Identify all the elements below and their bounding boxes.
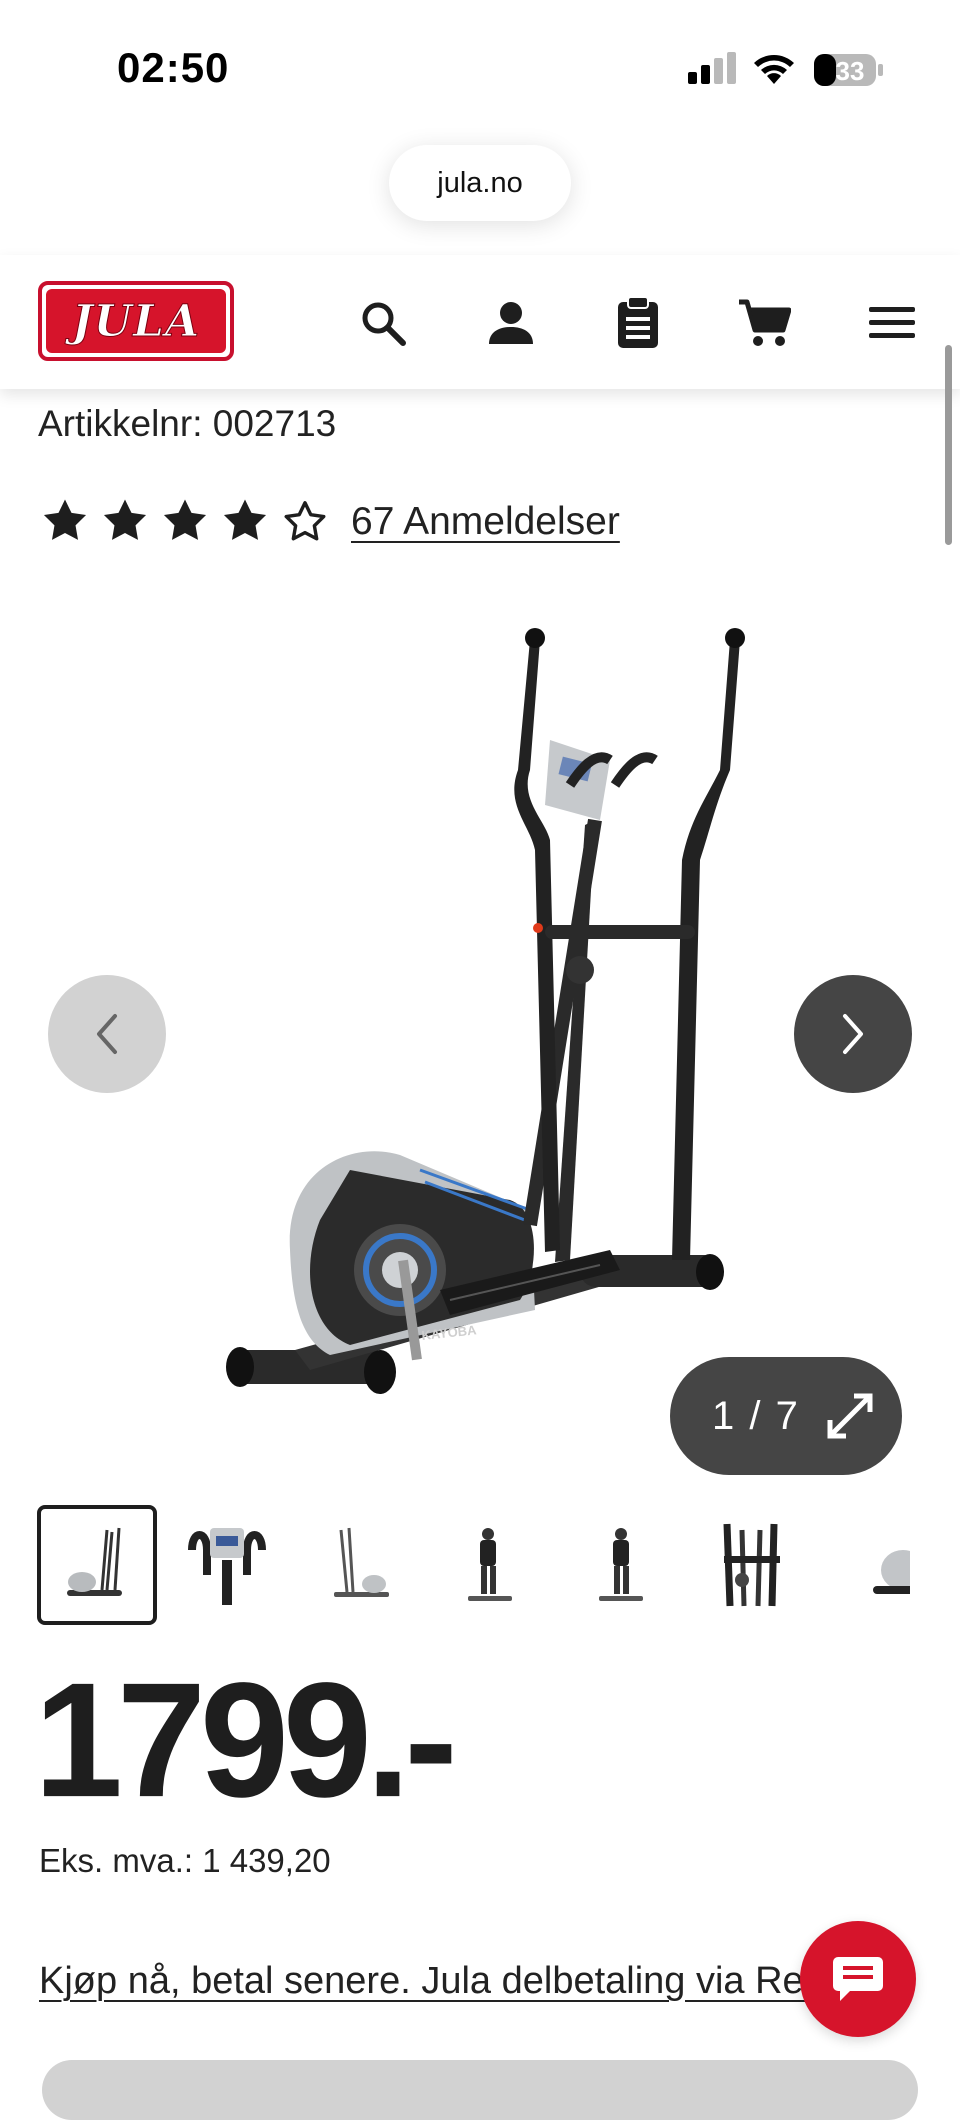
reviews-link[interactable]: 67 Anmeldelser <box>351 500 620 544</box>
account-button[interactable] <box>481 293 541 353</box>
shopping-list-button[interactable] <box>608 293 668 353</box>
thumbnail-image <box>468 1528 512 1601</box>
pay-later-link[interactable]: Kjøp nå, betal senere. Jula delbetaling … <box>39 1960 819 2003</box>
clipboard-icon <box>618 297 658 348</box>
cellular-signal-icon <box>688 52 736 84</box>
battery-level: 33 <box>835 56 865 86</box>
thumbnail-6[interactable] <box>692 1505 812 1625</box>
gallery-thumbnails <box>37 1505 910 1625</box>
thumbnail-4[interactable] <box>430 1505 550 1625</box>
star-filled-icon <box>223 499 267 540</box>
thumbnail-image <box>334 1527 389 1597</box>
jula-logo[interactable]: JULA <box>38 281 234 361</box>
gallery-prev-button[interactable] <box>48 975 166 1093</box>
price-ex-vat: Eks. mva.: 1 439,20 <box>39 1842 331 1879</box>
status-time: 02:50 <box>117 44 230 91</box>
search-button[interactable] <box>353 293 413 353</box>
star-outline-icon <box>284 501 326 541</box>
logo-text: JULA <box>71 295 201 347</box>
gallery-counter-fullscreen-button[interactable]: 1 / 7 <box>670 1357 902 1475</box>
gallery-next-button[interactable] <box>794 975 912 1093</box>
chat-icon <box>833 1957 883 2001</box>
thumbnail-image <box>599 1528 643 1601</box>
thumbnail-1[interactable] <box>37 1505 157 1625</box>
address-bar[interactable]: jula.no <box>389 145 571 221</box>
rating-stars <box>42 498 328 542</box>
thumbnail-2[interactable] <box>167 1505 287 1625</box>
price: 1799.- <box>34 1648 458 1831</box>
add-to-cart-button-partial[interactable] <box>42 2060 918 2120</box>
logo-badge: JULA <box>46 289 226 353</box>
expand-icon <box>827 1393 873 1439</box>
thumbnail-image <box>188 1528 266 1605</box>
article-number: Artikkelnr: 002713 <box>38 403 337 444</box>
thumbnail-image <box>873 1550 910 1594</box>
chevron-left-icon <box>97 1014 117 1054</box>
chevron-right-icon <box>843 1014 863 1054</box>
product-image-elliptical-trainer[interactable]: KAYOBA <box>200 610 760 1450</box>
hamburger-menu-icon <box>869 307 915 338</box>
page-scrollbar[interactable] <box>945 345 952 545</box>
thumbnail-7[interactable] <box>823 1505 910 1625</box>
cart-icon <box>739 299 791 346</box>
search-icon <box>362 302 406 346</box>
cart-button[interactable] <box>734 293 794 353</box>
thumbnail-image <box>723 1523 780 1607</box>
menu-button[interactable] <box>862 293 922 353</box>
status-bar: 02:50 33 <box>0 0 960 140</box>
star-filled-icon <box>43 499 87 540</box>
thumbnail-3[interactable] <box>299 1505 419 1625</box>
site-header: JULA <box>0 255 960 389</box>
gallery-counter: 1 / 7 <box>712 1393 800 1438</box>
wifi-icon <box>754 55 794 84</box>
url-text: jula.no <box>437 166 523 199</box>
user-icon <box>489 302 533 344</box>
star-filled-icon <box>163 499 207 540</box>
thumbnail-image <box>67 1527 122 1596</box>
star-filled-icon <box>103 499 147 540</box>
thumbnail-5[interactable] <box>561 1505 681 1625</box>
chat-button[interactable] <box>800 1921 916 2037</box>
